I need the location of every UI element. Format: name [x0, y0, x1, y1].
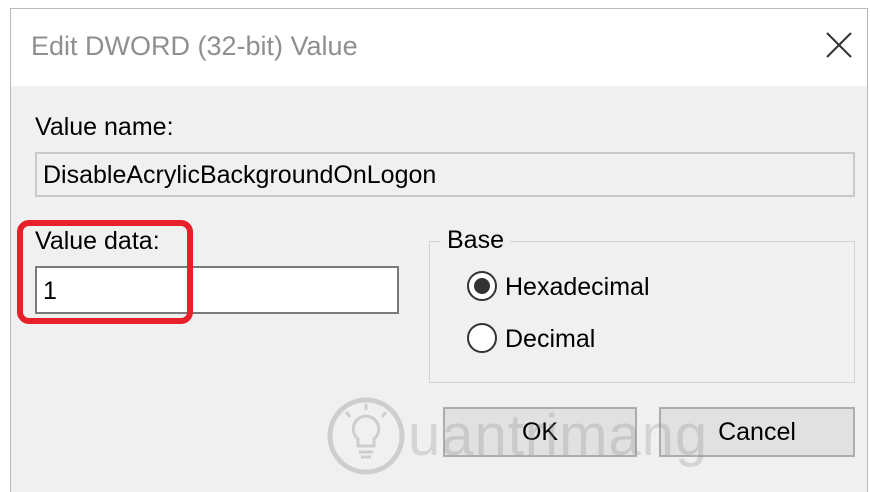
- close-icon: [826, 32, 852, 58]
- watermark-text: uantrimang: [408, 403, 709, 468]
- close-button[interactable]: [819, 25, 859, 65]
- hexadecimal-label[interactable]: Hexadecimal: [505, 273, 650, 302]
- value-name-field[interactable]: DisableAcrylicBackgroundOnLogon: [35, 152, 855, 197]
- dialog-title: Edit DWORD (32-bit) Value: [31, 31, 358, 61]
- edit-dword-dialog: Edit DWORD (32-bit) Value Value name: Di…: [10, 8, 868, 492]
- lightbulb-icon: [327, 397, 405, 475]
- base-groupbox: [429, 241, 855, 383]
- value-name-label: Value name:: [35, 113, 174, 141]
- hexadecimal-radio[interactable]: [467, 271, 497, 301]
- base-label: Base: [441, 226, 510, 255]
- value-data-highlight: [17, 220, 193, 324]
- watermark: uantrimang: [326, 392, 766, 482]
- decimal-label[interactable]: Decimal: [505, 325, 595, 354]
- decimal-radio[interactable]: [467, 323, 497, 353]
- value-name-text: DisableAcrylicBackgroundOnLogon: [43, 161, 437, 189]
- radio-selected-dot: [474, 278, 490, 294]
- title-bar: Edit DWORD (32-bit) Value: [11, 9, 867, 86]
